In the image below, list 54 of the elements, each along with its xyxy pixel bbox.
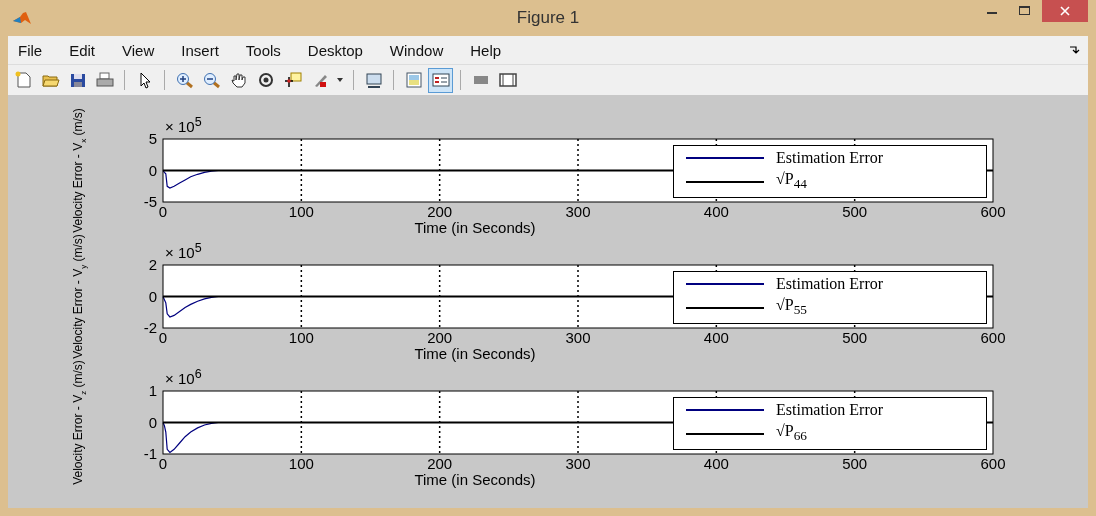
- axis-exponent: × 10$^{5}$: [165, 114, 202, 136]
- y-tick-label: 0: [148, 287, 157, 305]
- x-tick-label: 100: [288, 203, 314, 220]
- x-tick-label: 600: [980, 455, 1006, 472]
- x-axis-label: Time (in Seconds): [414, 471, 536, 488]
- y-tick-label: -5: [143, 193, 157, 210]
- x-tick-label: 600: [980, 329, 1006, 346]
- x-tick-label: 0: [158, 455, 168, 472]
- legend-label: Estimation Error: [776, 274, 884, 295]
- x-tick-label: 400: [703, 329, 729, 346]
- x-tick-label: 100: [288, 455, 314, 472]
- y-tick-label: 0: [148, 161, 157, 179]
- y-tick-label: 0: [148, 413, 157, 431]
- y-tick-label: 5: [148, 130, 157, 147]
- x-axis-label: Time (in Seconds): [414, 345, 536, 362]
- x-tick-label: 200: [427, 329, 453, 346]
- x-tick-label: 500: [842, 203, 868, 220]
- menu-item[interactable]: Insert: [181, 41, 219, 59]
- menu-item[interactable]: Tools: [245, 41, 281, 59]
- axis-exponent: × 10$^{6}$: [165, 366, 202, 388]
- x-tick-label: 400: [703, 203, 729, 220]
- legend-label: √P$_{44}$: [776, 169, 807, 194]
- x-tick-label: 300: [565, 329, 591, 346]
- x-tick-label: 100: [288, 329, 314, 346]
- y-tick-label: 2: [148, 256, 157, 273]
- x-tick-label: 400: [703, 455, 729, 472]
- window-title: Figure 1: [516, 8, 580, 28]
- menu-item[interactable]: Desktop: [307, 41, 363, 59]
- legend-label: √P$_{55}$: [776, 295, 807, 320]
- x-tick-label: 0: [158, 329, 168, 346]
- legend-box[interactable]: Estimation Error √P$_{66}$: [673, 397, 987, 450]
- y-tick-label: 1: [148, 382, 157, 399]
- menu-item[interactable]: View: [122, 41, 155, 59]
- legend-label: Estimation Error: [776, 400, 884, 421]
- x-tick-label: 500: [842, 455, 868, 472]
- menu-item[interactable]: Window: [389, 41, 444, 59]
- x-tick-label: 500: [842, 329, 868, 346]
- y-tick-label: -2: [143, 319, 157, 336]
- x-axis-label: Time (in Seconds): [414, 219, 536, 236]
- x-tick-label: 600: [980, 203, 1006, 220]
- x-tick-label: 200: [427, 455, 453, 472]
- legend-label: √P$_{66}$: [776, 421, 807, 446]
- axis-exponent: × 10$^{5}$: [165, 240, 202, 262]
- menu-item[interactable]: File: [18, 41, 43, 59]
- legend-box[interactable]: Estimation Error √P$_{55}$: [673, 271, 987, 324]
- legend-label: Estimation Error: [776, 148, 884, 169]
- menu-item[interactable]: Help: [470, 41, 502, 59]
- menu-item[interactable]: Edit: [69, 41, 96, 59]
- x-tick-label: 0: [158, 203, 168, 220]
- x-tick-label: 300: [565, 203, 591, 220]
- legend-box[interactable]: Estimation Error √P$_{44}$: [673, 145, 987, 198]
- x-tick-label: 300: [565, 455, 591, 472]
- y-tick-label: -1: [143, 445, 157, 462]
- x-tick-label: 200: [427, 203, 453, 220]
